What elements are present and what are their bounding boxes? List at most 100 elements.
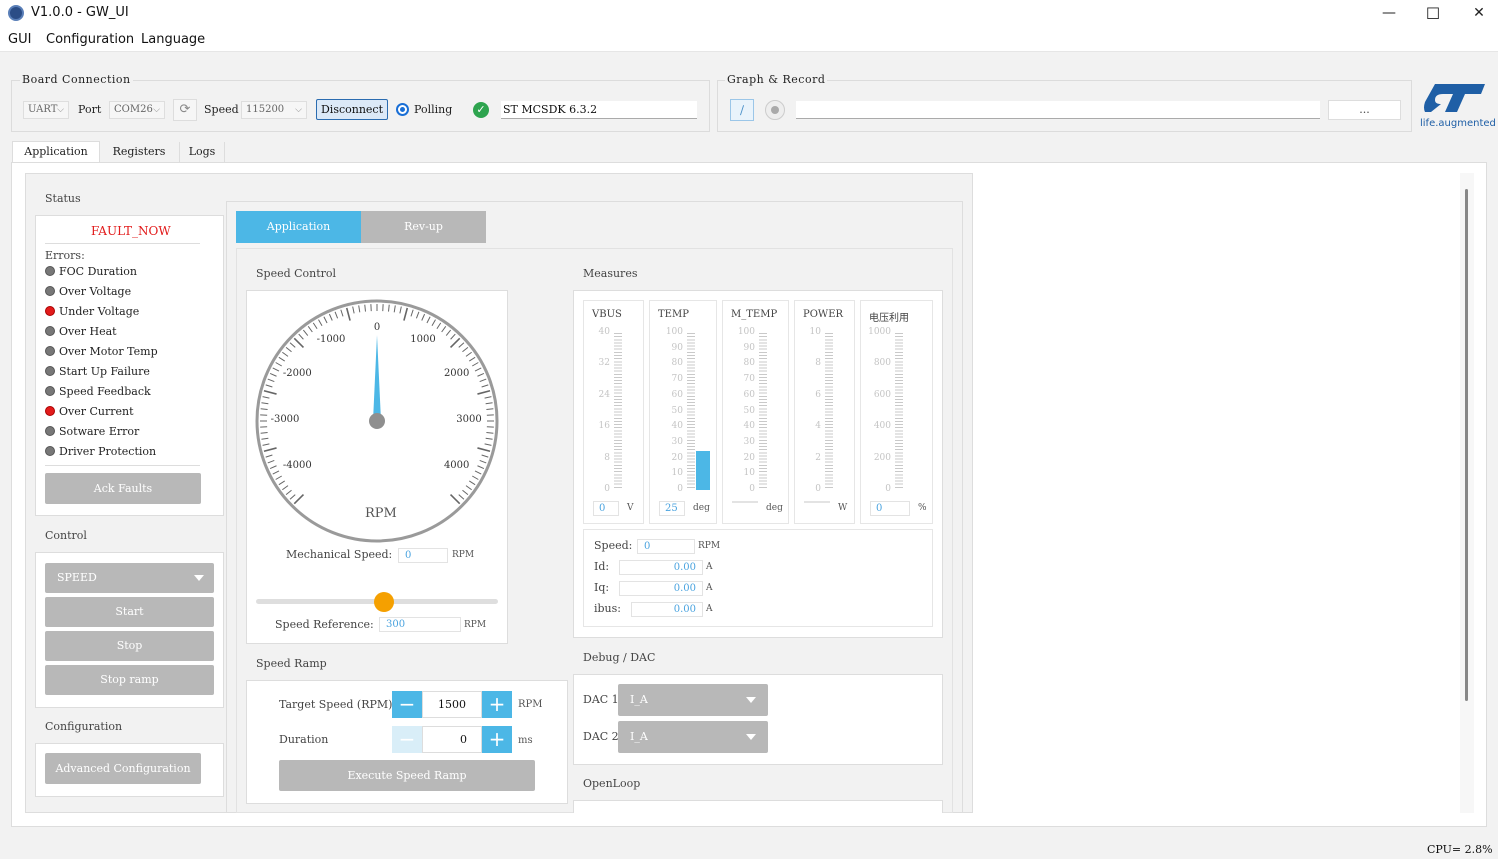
menu-language[interactable]: Language	[141, 32, 205, 47]
target-speed-input[interactable]: 1500	[422, 691, 482, 718]
readout-value: 0.00	[619, 560, 703, 575]
scrollbar[interactable]	[1460, 173, 1474, 813]
measure-scale	[687, 333, 695, 490]
stop-button[interactable]: Stop	[45, 631, 214, 661]
duration-plus-button[interactable]: +	[482, 726, 512, 753]
app-icon	[8, 5, 24, 21]
port-label: Port	[78, 103, 102, 116]
chevron-down-icon: ⌵	[153, 105, 160, 115]
target-plus-button[interactable]: +	[482, 691, 512, 718]
measure-tick-label: 80	[743, 358, 755, 369]
execute-speed-ramp-button[interactable]: Execute Speed Ramp	[279, 760, 535, 791]
error-item: Over Current	[45, 405, 134, 419]
dac2-select[interactable]: I_A	[618, 721, 768, 753]
port-combo[interactable]: COM26 ⌵	[109, 101, 165, 119]
error-item: Driver Protection	[45, 445, 156, 459]
st-logo	[1421, 80, 1493, 116]
measure-tick-label: 0	[749, 484, 755, 494]
chevron-down-icon: ⌵	[295, 105, 302, 115]
graph-icon[interactable]: ∕	[730, 99, 754, 121]
dropdown-arrow-icon	[746, 697, 756, 703]
mode-value: SPEED	[57, 571, 97, 584]
ack-faults-button[interactable]: Ack Faults	[45, 473, 201, 504]
speed-ramp-title: Speed Ramp	[256, 657, 327, 670]
mechanical-speed-unit: RPM	[452, 550, 475, 560]
dropdown-arrow-icon	[194, 575, 204, 581]
gauge-tick-label: -3000	[270, 414, 300, 425]
measure-tick-label: 40	[598, 327, 610, 337]
dac1-select[interactable]: I_A	[618, 684, 768, 716]
measure-unit: deg	[766, 503, 783, 513]
tab-application[interactable]: Application	[12, 141, 100, 163]
tab-registers[interactable]: Registers	[102, 142, 176, 162]
fault-status: FAULT_NOW	[91, 224, 171, 238]
minimize-button[interactable]: —	[1366, 0, 1412, 26]
measure-value: 25	[659, 501, 685, 516]
status-led-icon	[45, 446, 55, 456]
errors-label: Errors:	[45, 249, 85, 262]
measure-tick-label: 10	[809, 327, 821, 337]
status-led-icon	[45, 366, 55, 376]
measure-tick-label: 0	[815, 484, 821, 494]
error-item: Sotware Error	[45, 425, 139, 439]
subtab-application[interactable]: Application	[236, 211, 361, 243]
measure-unit: %	[918, 503, 927, 513]
measure-tick-label: 4	[815, 421, 821, 432]
measure-tick-label: 1000	[868, 327, 891, 337]
speed-reference-unit: RPM	[464, 620, 487, 630]
measure-tick-label: 8	[815, 358, 821, 369]
menu-bar: GUI Configuration Language	[0, 28, 1498, 52]
duration-minus-button[interactable]: −	[392, 726, 422, 753]
measure-tick-label: 30	[743, 436, 755, 447]
subtab-revup[interactable]: Rev-up	[361, 211, 486, 243]
measure-tick-label: 70	[671, 374, 683, 385]
status-title: Status	[45, 192, 81, 205]
baud-combo[interactable]: 115200 ⌵	[241, 101, 307, 119]
record-icon[interactable]	[765, 100, 785, 120]
graph-record-title: Graph & Record	[725, 73, 828, 86]
readout-unit: A	[706, 562, 713, 572]
dropdown-arrow-icon	[746, 734, 756, 740]
polling-radio[interactable]	[396, 103, 409, 116]
disconnect-button[interactable]: Disconnect	[316, 99, 388, 120]
measure-tick-label: 90	[671, 342, 683, 353]
close-button[interactable]: ✕	[1456, 0, 1498, 26]
speed-reference-input[interactable]: 300	[379, 617, 461, 632]
target-minus-button[interactable]: −	[392, 691, 422, 718]
control-title: Control	[45, 529, 87, 542]
dac1-label: DAC 1	[583, 693, 619, 706]
measure-tick-label: 6	[815, 389, 821, 400]
menu-gui[interactable]: GUI	[8, 32, 31, 47]
mode-select[interactable]: SPEED	[45, 563, 214, 593]
port-value: COM26	[114, 104, 153, 115]
measure-tick-label: 100	[737, 327, 755, 337]
duration-input[interactable]: 0	[422, 726, 482, 753]
measure-tick-label: 70	[743, 374, 755, 385]
advanced-configuration-button[interactable]: Advanced Configuration	[45, 753, 201, 784]
target-speed-label: Target Speed (RPM)	[279, 698, 393, 711]
gauge-tick-label: 4000	[443, 460, 470, 471]
browse-button[interactable]: ...	[1328, 100, 1401, 120]
error-label: Over Voltage	[59, 285, 132, 298]
error-label: Over Current	[59, 405, 134, 418]
interface-combo[interactable]: UART ⌵	[23, 101, 69, 119]
measure-tick-label: 30	[671, 436, 683, 447]
menu-configuration[interactable]: Configuration	[46, 32, 134, 47]
maximize-button[interactable]: ☐	[1410, 0, 1456, 26]
board-connection-title: Board Connection	[20, 73, 133, 86]
record-path-field[interactable]	[796, 101, 1320, 119]
measure-tick-label: 800	[873, 358, 891, 369]
duration-unit: ms	[518, 735, 533, 746]
dac1-value: I_A	[630, 693, 648, 706]
measure-name: VBUS	[592, 309, 622, 320]
readout-unit: A	[706, 604, 713, 614]
chevron-down-icon: ⌵	[57, 105, 64, 115]
refresh-icon[interactable]: ⟳	[173, 99, 197, 121]
error-item: Start Up Failure	[45, 365, 150, 379]
start-button[interactable]: Start	[45, 597, 214, 627]
target-speed-unit: RPM	[518, 699, 543, 710]
measure-tick-label: 40	[743, 421, 755, 432]
stop-ramp-button[interactable]: Stop ramp	[45, 665, 214, 695]
measure-tick-label: 32	[598, 358, 610, 369]
tab-logs[interactable]: Logs	[179, 142, 225, 162]
